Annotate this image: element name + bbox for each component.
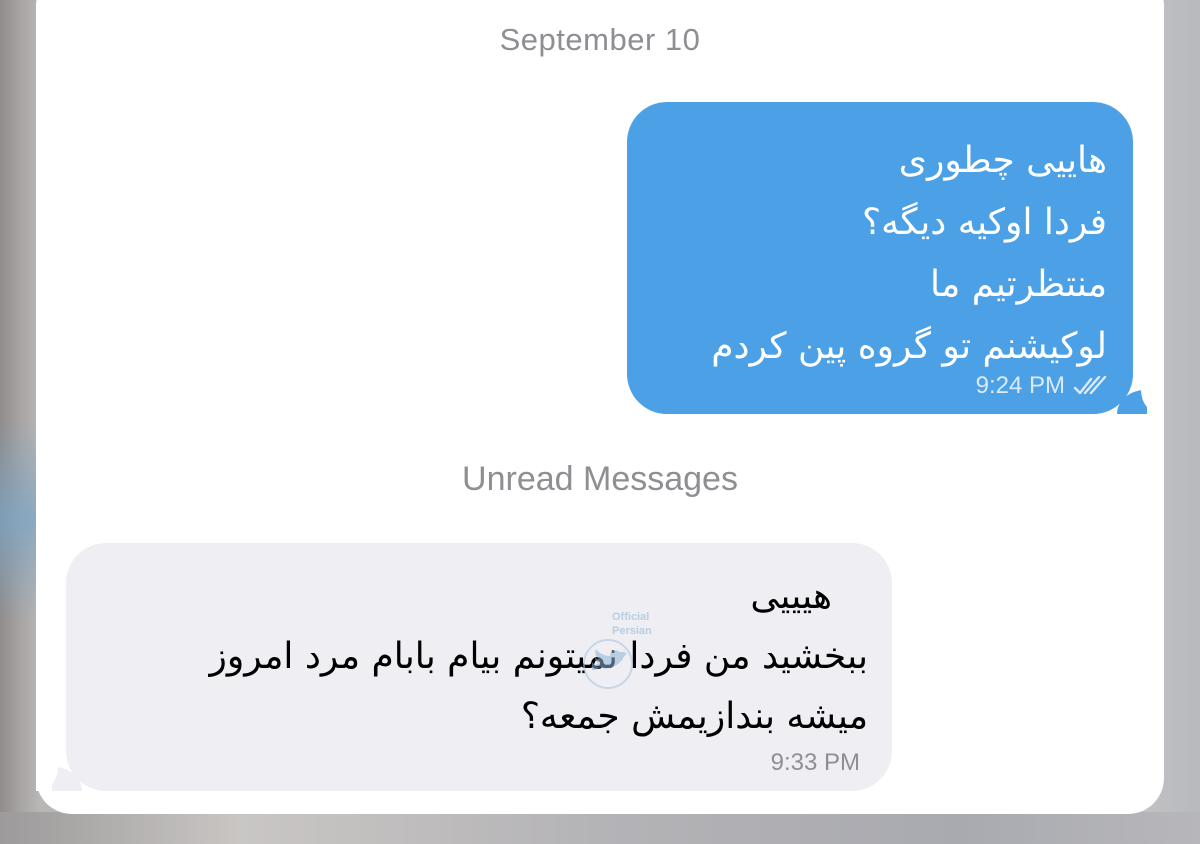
- watermark-line: Official: [612, 611, 650, 623]
- message-line: ببخشید من فردا نمیتونم بیام بابام مرد ام…: [209, 636, 868, 677]
- message-line: میشه بندازیمش جمعه؟: [520, 696, 868, 737]
- message-line: فردا اوکیه دیگه؟: [861, 202, 1107, 243]
- message-line: لوکیشنم تو گروه پین کردم: [711, 326, 1107, 367]
- outgoing-message-text: هاییی چطوری فردا اوکیه دیگه؟ منتظرتیم ما…: [637, 130, 1107, 378]
- outgoing-message-meta: 9:24 PM: [976, 372, 1107, 400]
- message-time: 9:24 PM: [975, 372, 1065, 399]
- double-check-icon: [1073, 375, 1107, 395]
- watermark-text: Official Persian: [612, 610, 652, 638]
- date-separator: September 10: [499, 22, 701, 57]
- incoming-message-meta: 9:33 PM: [771, 749, 860, 777]
- outgoing-message-bubble[interactable]: هاییی چطوری فردا اوکیه دیگه؟ منتظرتیم ما…: [627, 102, 1163, 414]
- message-line: هاییی چطوری: [898, 140, 1107, 181]
- unread-messages-separator: Unread Messages: [462, 460, 738, 498]
- background-strip: [0, 812, 1200, 844]
- watermark: Official Persian: [572, 604, 652, 690]
- message-time: 9:33 PM: [770, 749, 860, 776]
- watermark-line: Persian: [612, 625, 652, 637]
- message-line: منتظرتیم ما: [930, 264, 1107, 305]
- incoming-message-bubble[interactable]: هیییی ببخشید من فردا نمیتونم بیام بابام …: [36, 543, 892, 791]
- incoming-message-text: هیییی ببخشید من فردا نمیتونم بیام بابام …: [78, 567, 868, 747]
- background-blur: [0, 420, 40, 620]
- message-line: هیییی: [750, 576, 832, 617]
